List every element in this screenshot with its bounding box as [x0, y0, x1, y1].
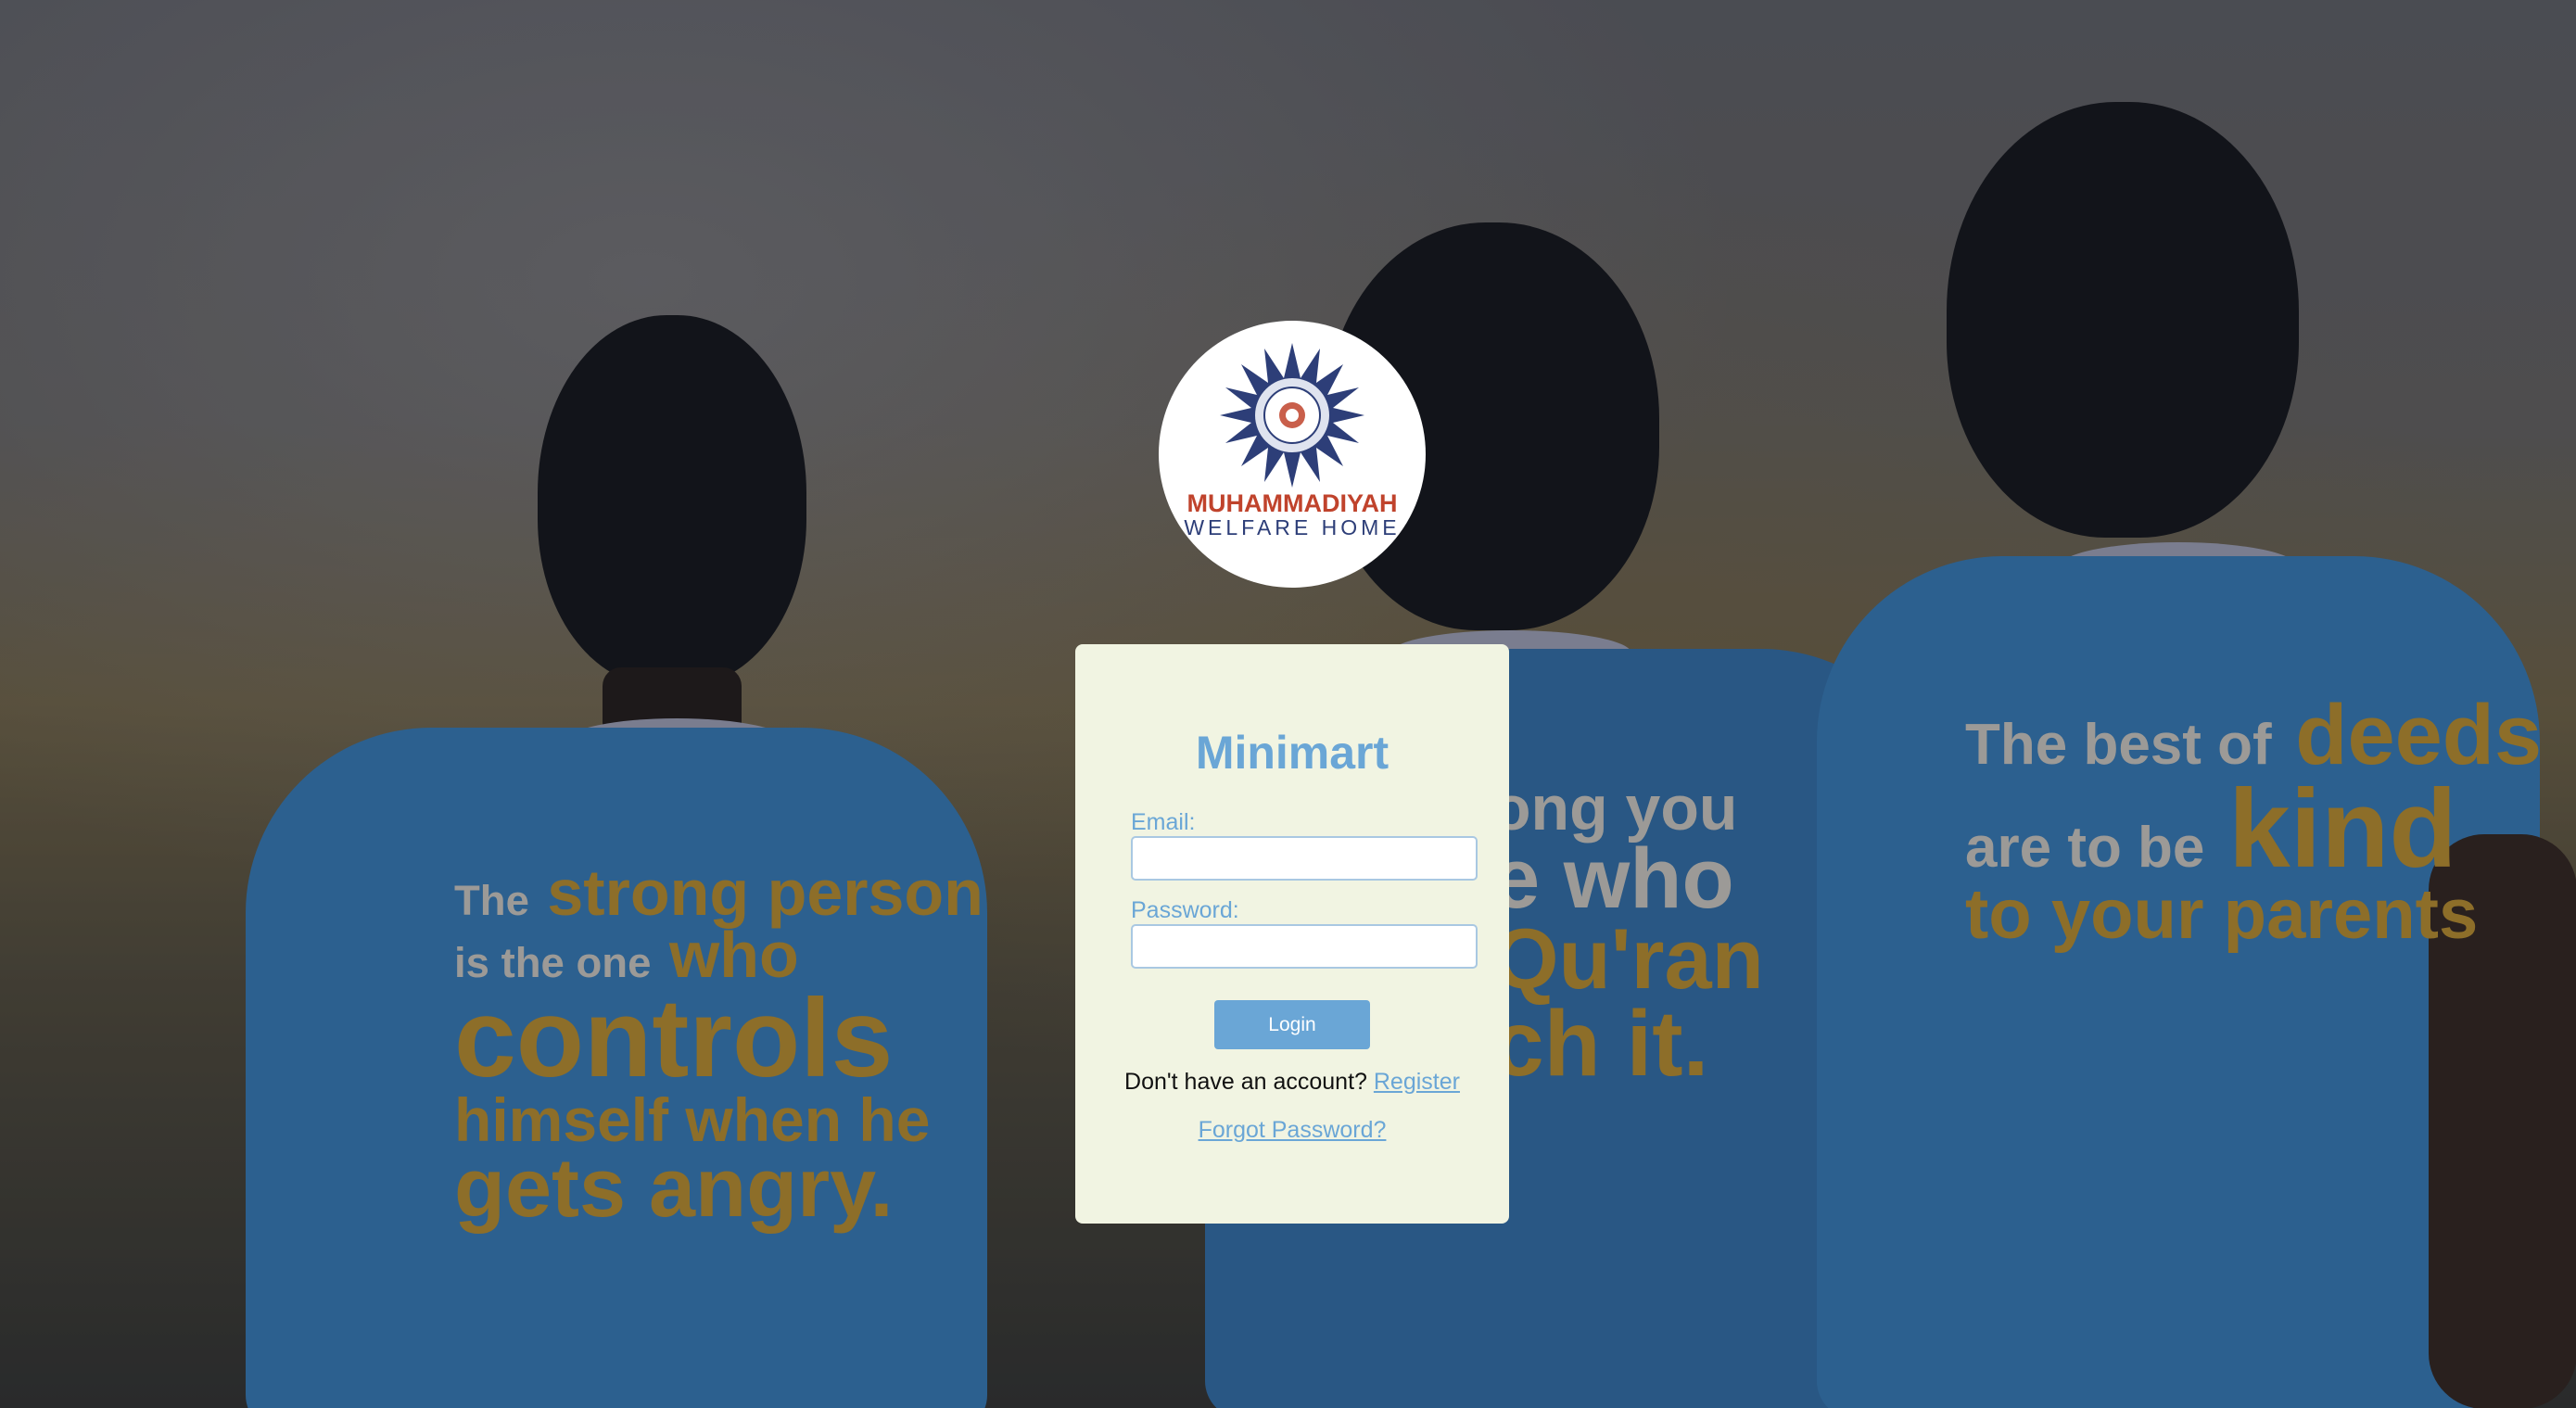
no-account-text: Don't have an account?	[1124, 1069, 1367, 1095]
login-page: The strong person is the one who control…	[0, 0, 2576, 1408]
register-prompt: Don't have an account? Register	[1075, 1069, 1509, 1096]
login-button[interactable]: Login	[1214, 1000, 1370, 1049]
login-card: Minimart Email: Password: Login Don't ha…	[1075, 644, 1509, 1224]
password-field[interactable]	[1131, 924, 1478, 969]
register-link[interactable]: Register	[1374, 1069, 1460, 1095]
forgot-password-row: Forgot Password?	[1075, 1117, 1509, 1144]
password-label: Password:	[1131, 897, 1239, 923]
page-title: Minimart	[1195, 727, 1390, 779]
logo-subtitle: WELFARE HOME	[1184, 515, 1401, 539]
logo-title: MUHAMMADIYAH	[1186, 489, 1398, 517]
email-label: Email:	[1131, 809, 1196, 835]
forgot-password-link[interactable]: Forgot Password?	[1199, 1117, 1387, 1143]
email-field[interactable]	[1131, 836, 1478, 881]
muhammadiyah-logo: MUHAMMADIYAH WELFARE HOME	[1159, 321, 1426, 588]
sun-emblem-icon	[1220, 343, 1364, 488]
